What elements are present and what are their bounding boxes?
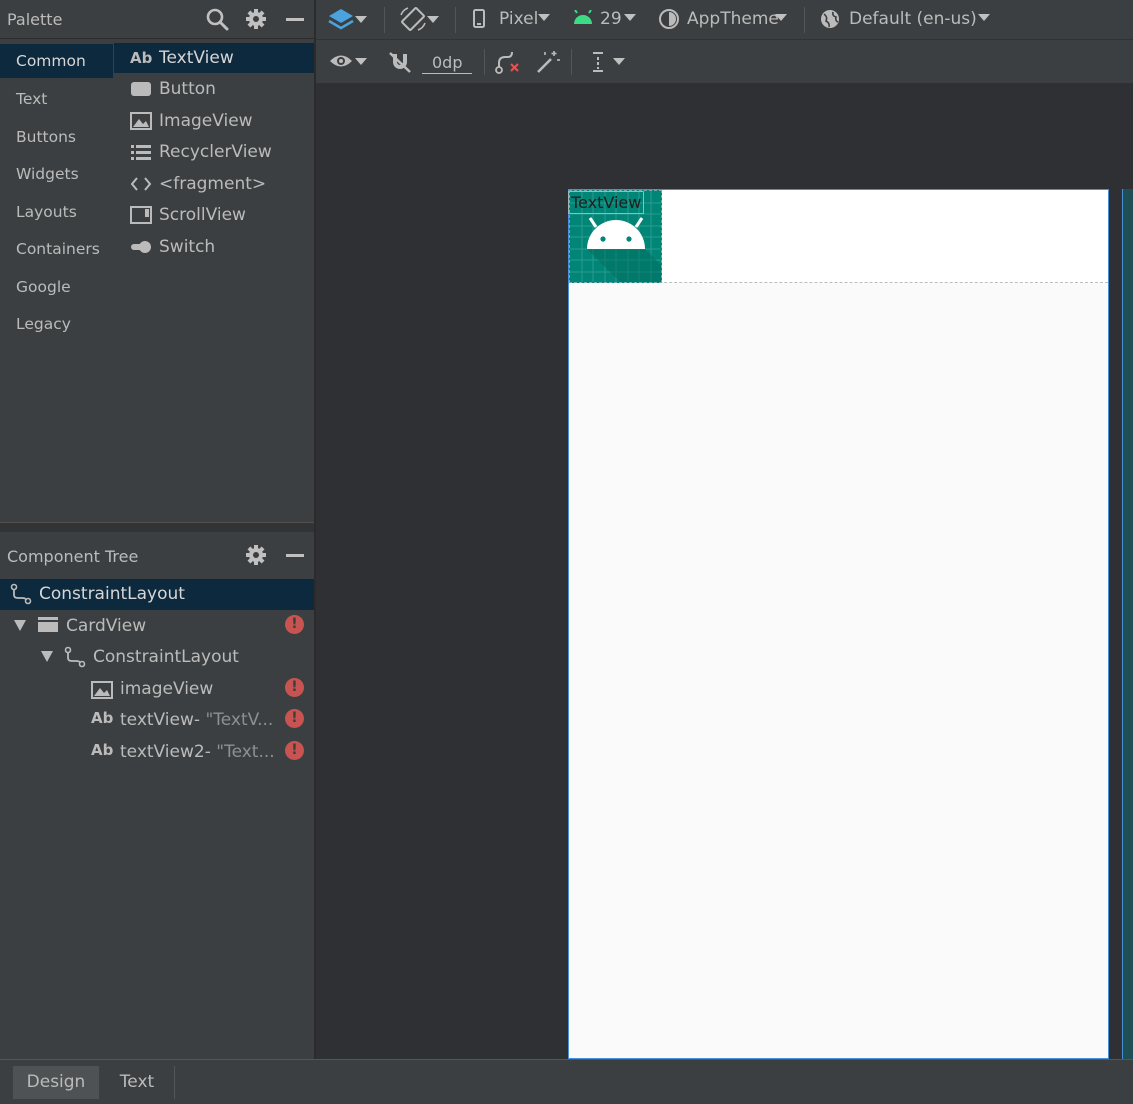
palette-item-label: RecyclerView	[159, 142, 272, 162]
error-icon[interactable]: !	[285, 709, 304, 728]
category-legacy[interactable]: Legacy	[0, 307, 113, 341]
toolbar-divider	[384, 7, 385, 33]
imageview-icon	[130, 112, 152, 130]
api-level-selector[interactable]: 29	[600, 9, 622, 29]
category-common[interactable]: Common	[0, 44, 113, 78]
chevron-down-icon[interactable]	[355, 16, 367, 23]
palette-item-label: Button	[159, 79, 216, 99]
textview-icon: Ab	[130, 49, 153, 67]
textview-icon: Ab	[91, 741, 114, 759]
tree-node-label: ConstraintLayout	[93, 647, 239, 667]
tree-node-textview2[interactable]: Ab textView2- "Text... !	[0, 737, 314, 768]
default-margin-selector[interactable]: 0dp	[422, 53, 472, 74]
palette-item-recyclerview[interactable]: RecyclerView	[114, 137, 314, 167]
tree-node-label: CardView	[66, 616, 147, 636]
android-icon[interactable]	[572, 9, 594, 30]
magic-wand-icon[interactable]	[535, 49, 561, 79]
error-icon[interactable]: !	[285, 678, 304, 697]
search-icon[interactable]	[204, 6, 230, 32]
device-icon[interactable]	[472, 9, 486, 33]
palette-item-button[interactable]: Button	[114, 74, 314, 104]
switch-icon	[130, 238, 152, 256]
chevron-down-icon[interactable]	[613, 58, 625, 65]
tree-node-cardview[interactable]: CardView !	[0, 611, 314, 642]
textview-preview[interactable]: TextView	[567, 191, 645, 214]
tree-node-label: textView- "TextV...	[120, 710, 274, 730]
minimize-icon[interactable]	[282, 542, 308, 568]
tree-node-label: ConstraintLayout	[39, 584, 185, 604]
panel-splitter[interactable]	[0, 522, 314, 532]
category-widgets[interactable]: Widgets	[0, 157, 113, 191]
category-buttons[interactable]: Buttons	[0, 120, 113, 154]
toolbar-divider	[455, 7, 456, 33]
globe-icon[interactable]	[819, 8, 841, 34]
tab-text[interactable]: Text	[100, 1066, 175, 1099]
error-icon[interactable]: !	[285, 741, 304, 760]
scrollview-icon	[130, 206, 152, 224]
chevron-down-icon[interactable]	[775, 14, 787, 21]
category-text[interactable]: Text	[0, 82, 113, 116]
category-layouts[interactable]: Layouts	[0, 195, 113, 229]
chevron-down-icon[interactable]	[355, 58, 367, 65]
palette-item-label: ScrollView	[159, 205, 246, 225]
tree-node-imageview[interactable]: imageView !	[0, 674, 314, 705]
chevron-down-icon[interactable]	[538, 14, 550, 21]
palette-item-label: TextView	[159, 48, 234, 68]
eye-icon[interactable]	[329, 52, 353, 74]
layers-icon[interactable]	[327, 6, 355, 38]
tree-node-label: textView2- "Text...	[120, 742, 275, 762]
guidelines-icon[interactable]	[591, 50, 605, 78]
tree-node-constraintlayout-root[interactable]: ConstraintLayout	[0, 579, 314, 610]
palette-item-label: ImageView	[159, 111, 253, 131]
tab-design[interactable]: Design	[13, 1066, 99, 1099]
toolbar-divider	[484, 49, 485, 75]
error-icon[interactable]: !	[285, 615, 304, 634]
gear-icon[interactable]	[243, 542, 269, 568]
palette-item-fragment[interactable]: <fragment>	[114, 169, 314, 199]
device-screen[interactable]	[568, 189, 1109, 1059]
design-toolbar: Pixel 29 AppTheme Default (en-us)	[316, 0, 1133, 40]
chevron-down-icon[interactable]	[978, 14, 990, 21]
locale-selector[interactable]: Default (en-us)	[849, 9, 977, 29]
button-icon	[130, 80, 152, 98]
tree-node-constraintlayout[interactable]: ConstraintLayout	[0, 642, 314, 673]
palette-item-imageview[interactable]: ImageView	[114, 106, 314, 136]
theme-selector[interactable]: AppTheme	[687, 9, 779, 29]
minimize-icon[interactable]	[282, 6, 308, 32]
autoconnect-icon[interactable]	[388, 50, 412, 78]
palette-item-scrollview[interactable]: ScrollView	[114, 200, 314, 230]
textview-icon: Ab	[91, 709, 114, 727]
clear-constraints-icon[interactable]	[494, 49, 522, 79]
palette-title: Palette	[7, 10, 63, 29]
recyclerview-icon	[130, 143, 152, 161]
component-tree-title: Component Tree	[7, 547, 139, 566]
palette-item-switch[interactable]: Switch	[114, 232, 314, 262]
category-google[interactable]: Google	[0, 270, 113, 304]
layout-toolbar: 0dp	[316, 40, 1133, 83]
toolbar-divider	[804, 7, 805, 33]
toolbar-divider	[571, 49, 572, 75]
palette-item-textview[interactable]: Ab TextView	[114, 43, 314, 73]
palette-item-label: Switch	[159, 237, 216, 257]
fragment-icon	[130, 175, 152, 193]
gear-icon[interactable]	[243, 6, 269, 32]
device-selector[interactable]: Pixel	[499, 9, 538, 29]
tree-node-textview[interactable]: Ab textView- "TextV... !	[0, 705, 314, 736]
palette-categories: Common Text Buttons Widgets Layouts Cont…	[0, 39, 113, 522]
chevron-down-icon[interactable]	[427, 16, 439, 23]
orientation-icon[interactable]	[398, 5, 428, 39]
palette-item-label: <fragment>	[159, 174, 267, 194]
category-containers[interactable]: Containers	[0, 232, 113, 266]
chevron-down-icon[interactable]	[624, 14, 636, 21]
blueprint-preview-edge	[1122, 189, 1133, 1059]
theme-icon[interactable]	[658, 8, 680, 34]
tree-node-label: imageView	[120, 679, 214, 699]
